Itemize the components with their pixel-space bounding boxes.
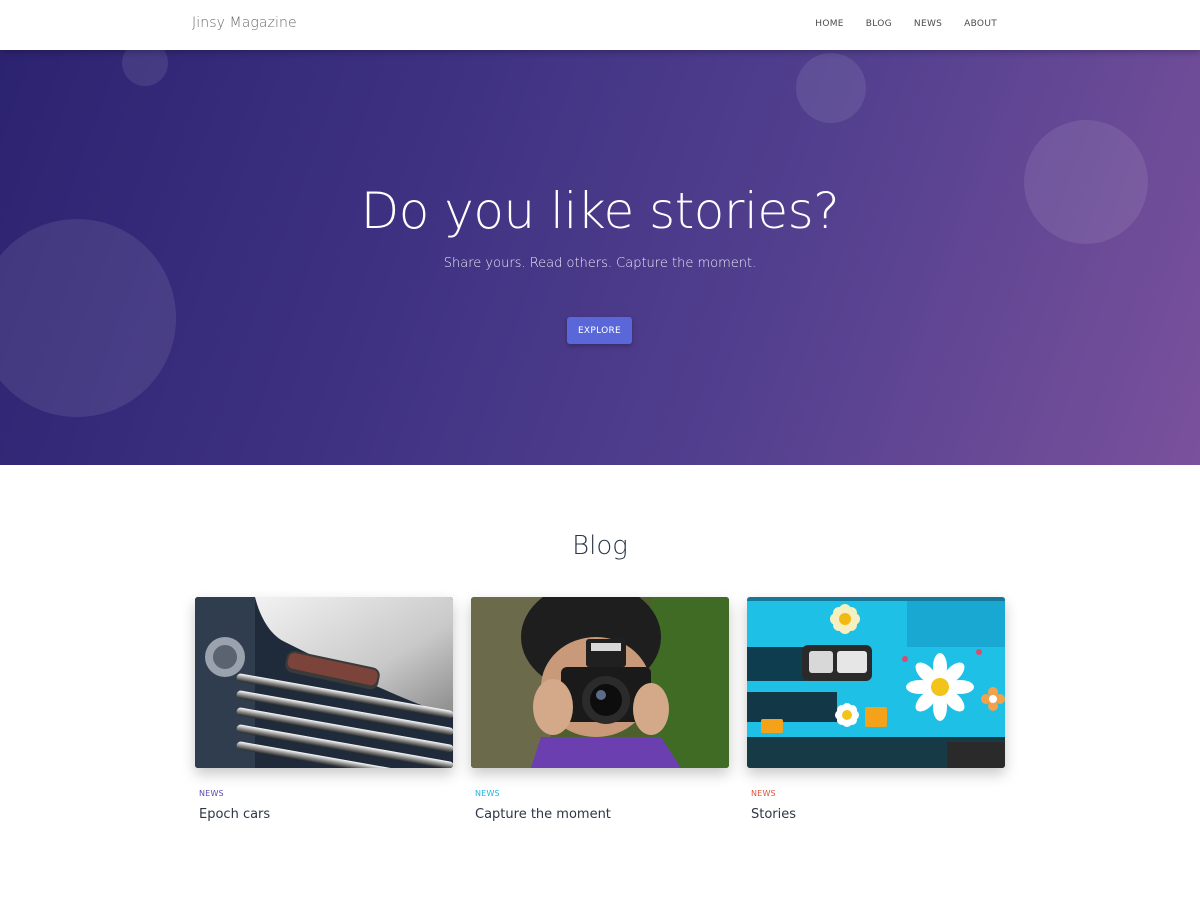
card-category[interactable]: NEWS — [199, 789, 453, 798]
card-category[interactable]: NEWS — [475, 789, 729, 798]
nav-blog[interactable]: BLOG — [866, 19, 892, 29]
card-title[interactable]: Epoch cars — [199, 807, 453, 822]
decorative-circle — [122, 50, 168, 86]
nav-about[interactable]: ABOUT — [964, 19, 997, 29]
card-image-flower-van[interactable] — [747, 597, 1005, 768]
hero-title: Do you like stories? — [360, 182, 840, 240]
decorative-circle — [796, 53, 866, 123]
main-nav: HOME BLOG NEWS ABOUT — [793, 19, 997, 29]
blog-heading: Blog — [572, 531, 628, 561]
explore-button[interactable]: EXPLORE — [567, 317, 632, 344]
nav-home[interactable]: HOME — [815, 19, 844, 29]
brand-logo[interactable]: Jinsy Magazine — [192, 15, 297, 31]
card-title[interactable]: Stories — [751, 807, 1005, 822]
card-category[interactable]: NEWS — [751, 789, 1005, 798]
card-image-vintage-car[interactable] — [195, 597, 453, 768]
card-title[interactable]: Capture the moment — [475, 807, 729, 822]
hero-subtitle: Share yours. Read others. Capture the mo… — [443, 256, 757, 271]
card-image-photographer[interactable] — [471, 597, 729, 768]
blog-card[interactable]: NEWS Capture the moment — [471, 597, 729, 822]
hero-section: Do you like stories? Share yours. Read o… — [0, 50, 1200, 465]
navbar: Jinsy Magazine HOME BLOG NEWS ABOUT — [0, 0, 1200, 50]
blog-card[interactable]: NEWS Epoch cars — [195, 597, 453, 822]
decorative-circle — [0, 219, 176, 417]
blog-card[interactable]: NEWS Stories — [747, 597, 1005, 822]
nav-news[interactable]: NEWS — [914, 19, 942, 29]
